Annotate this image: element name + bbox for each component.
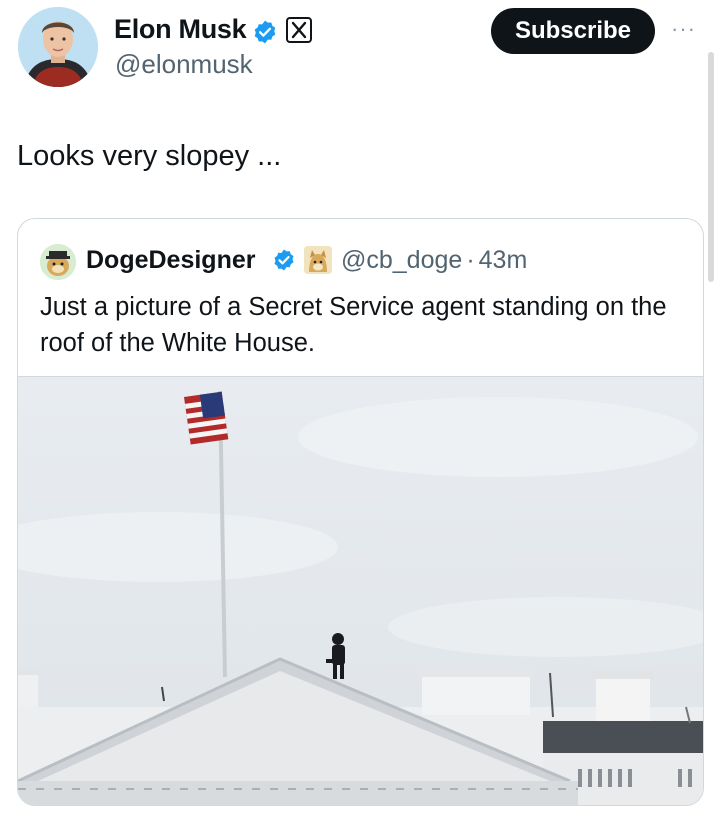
doge-icon bbox=[304, 246, 332, 274]
post-text: Looks very slopey ... bbox=[17, 140, 282, 172]
quoted-author-avatar[interactable] bbox=[40, 244, 76, 280]
quoted-timestamp[interactable]: 43m bbox=[479, 246, 528, 274]
x-logo-icon bbox=[286, 17, 312, 43]
avatar-image bbox=[18, 7, 98, 87]
quoted-text: Just a picture of a Secret Service agent… bbox=[40, 293, 667, 357]
author-handle[interactable]: @elonmusk bbox=[115, 49, 253, 80]
author-name[interactable]: Elon Musk bbox=[114, 14, 247, 45]
more-options-icon[interactable]: ··· bbox=[671, 16, 696, 42]
quoted-verified-icon bbox=[272, 248, 296, 272]
quoted-handle-row: @cb_doge · 43m bbox=[341, 246, 527, 275]
quoted-author-handle[interactable]: @cb_doge bbox=[341, 246, 462, 274]
quoted-separator: · bbox=[466, 246, 475, 274]
verified-icon bbox=[252, 19, 278, 45]
scrollbar[interactable] bbox=[708, 52, 714, 282]
subscribe-button[interactable]: Subscribe bbox=[491, 8, 655, 54]
white-house-roof-image bbox=[18, 377, 703, 805]
quoted-photo[interactable] bbox=[18, 376, 703, 805]
quoted-post[interactable]: DogeDesigner @cb_doge · 43m Just a picture… bbox=[17, 218, 704, 806]
quoted-author-name[interactable]: DogeDesigner bbox=[86, 246, 255, 275]
author-avatar[interactable] bbox=[18, 7, 98, 87]
quoted-avatar-image bbox=[40, 244, 76, 280]
